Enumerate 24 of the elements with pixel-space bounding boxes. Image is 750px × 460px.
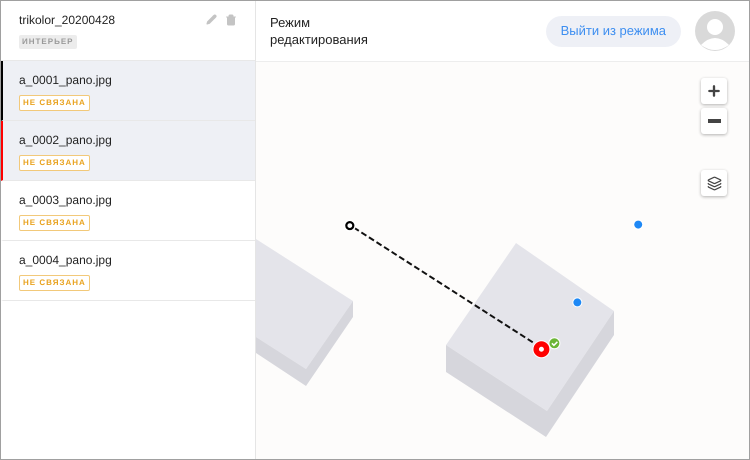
plus-icon	[706, 83, 722, 99]
start-marker[interactable]	[344, 220, 356, 232]
layers-button[interactable]	[701, 170, 727, 196]
pin-marker[interactable]	[532, 340, 550, 358]
panorama-name: a_0001_pano.jpg	[19, 72, 113, 89]
point-marker[interactable]	[633, 220, 644, 230]
layers-icon	[706, 176, 722, 190]
minus-icon	[708, 119, 720, 123]
mode-title: Режим редактирования	[270, 14, 369, 48]
zoom-out-button[interactable]	[701, 108, 727, 134]
panorama-item[interactable]: a_0001_pano.jpg НЕ СВЯЗАНА	[1, 61, 255, 121]
project-title: trikolor_20200428	[19, 12, 116, 29]
panorama-name: a_0004_pano.jpg	[19, 252, 113, 269]
status-badge: НЕ СВЯЗАНА	[19, 215, 90, 231]
category-tag: ИНТЕРЬЕР	[19, 35, 77, 49]
point-marker[interactable]	[572, 297, 582, 308]
panorama-name: a_0003_pano.jpg	[19, 192, 113, 209]
panorama-item[interactable]: a_0002_pano.jpg НЕ СВЯЗАНА	[1, 121, 255, 181]
zoom-in-button[interactable]	[701, 78, 727, 104]
panorama-name: a_0002_pano.jpg	[19, 132, 113, 149]
check-icon	[548, 337, 560, 350]
status-badge: НЕ СВЯЗАНА	[19, 95, 90, 111]
status-badge: НЕ СВЯЗАНА	[19, 155, 90, 171]
status-badge: НЕ СВЯЗАНА	[19, 275, 90, 291]
